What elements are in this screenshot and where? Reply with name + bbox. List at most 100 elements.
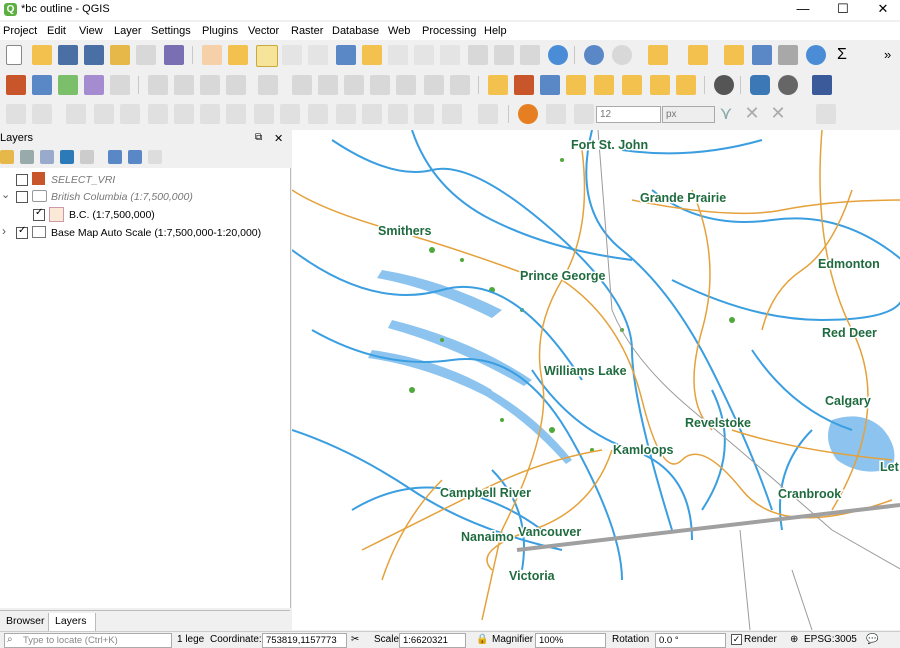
manage-map-themes-icon[interactable] (40, 150, 54, 164)
label-tool-icon[interactable] (488, 75, 508, 95)
save-as-icon[interactable] (84, 45, 104, 65)
data-source-manager-icon[interactable] (6, 75, 26, 95)
coordinate-field[interactable]: 753819,1157773 (262, 633, 347, 648)
layer-base-map[interactable]: › Base Map Auto Scale (1:7,500,000-1:20,… (0, 224, 290, 242)
offset-point-icon[interactable] (414, 104, 434, 124)
style-panel-icon[interactable] (0, 150, 14, 164)
zoom-out-icon[interactable] (282, 45, 302, 65)
deselect-icon[interactable] (724, 45, 744, 65)
rotate-feature-icon[interactable] (32, 104, 52, 124)
crs-label[interactable]: EPSG:3005 (804, 634, 857, 645)
zoom-native-icon[interactable] (308, 45, 328, 65)
toggle-editing-icon[interactable] (174, 75, 194, 95)
close-plugin-icon[interactable] (778, 75, 798, 95)
select-by-value-icon[interactable] (688, 45, 708, 65)
scale-field[interactable]: 1:6620321 (399, 633, 466, 648)
extents-toggle-icon[interactable]: ✂ (351, 634, 359, 645)
processing-toolbox-icon[interactable] (806, 45, 826, 65)
expand-chevron-icon[interactable]: › (2, 224, 6, 238)
redo-icon[interactable] (450, 75, 470, 95)
label-unit-dropdown[interactable]: px (662, 106, 715, 123)
fill-ring-icon[interactable] (148, 104, 168, 124)
identify-icon[interactable] (584, 45, 604, 65)
add-group-icon[interactable] (20, 150, 34, 164)
rotate-symbols-icon[interactable] (388, 104, 408, 124)
tab-layers[interactable]: Layers (48, 613, 96, 632)
save-edits-icon[interactable] (200, 75, 220, 95)
menu-plugins[interactable]: Plugins (202, 25, 238, 37)
vertex-tool-icon[interactable] (258, 75, 278, 95)
layer-select-vri[interactable]: SELECT_VRI (0, 171, 290, 189)
help-icon[interactable] (812, 75, 832, 95)
pin-labels-icon[interactable] (566, 75, 586, 95)
pan-hand-icon[interactable] (202, 45, 222, 65)
new-layer-icon[interactable] (32, 75, 52, 95)
modify-attributes-icon[interactable] (292, 75, 312, 95)
rotation-field[interactable]: 0.0 ° (655, 633, 726, 648)
zoom-in-icon[interactable] (256, 45, 278, 67)
expand-all-icon[interactable] (108, 150, 122, 164)
snapping-magnet-icon[interactable] (518, 104, 538, 124)
select-features-icon[interactable] (648, 45, 668, 65)
menu-database[interactable]: Database (332, 25, 379, 37)
cut-features-icon[interactable] (344, 75, 364, 95)
layer-visibility-checkbox[interactable] (16, 191, 28, 203)
layer-visibility-checkbox[interactable] (33, 207, 45, 221)
new-print-layout-icon[interactable] (136, 45, 156, 65)
layer-visibility-checkbox[interactable] (16, 174, 28, 186)
statistics-sigma-icon[interactable]: Σ (832, 45, 852, 65)
snap-intersection-icon[interactable]: ✕ (742, 104, 762, 124)
zoom-layer-icon[interactable] (388, 45, 408, 65)
add-ring-icon[interactable] (94, 104, 114, 124)
diagram-tool-icon[interactable] (514, 75, 534, 95)
render-checkbox[interactable]: ✓ (731, 634, 742, 645)
remove-layer-icon[interactable] (148, 150, 162, 164)
maximize-button[interactable]: ☐ (826, 0, 860, 20)
action-icon[interactable] (612, 45, 632, 65)
menu-help[interactable]: Help (484, 25, 507, 37)
save-project-icon[interactable] (58, 45, 78, 65)
messages-icon[interactable]: 💬 (866, 634, 878, 645)
menu-web[interactable]: Web (388, 25, 410, 37)
menu-processing[interactable]: Processing (422, 25, 476, 37)
menu-project[interactable]: Project (3, 25, 37, 37)
filter-legend-icon[interactable] (60, 150, 74, 164)
current-edits-icon[interactable] (148, 75, 168, 95)
new-map-view-icon[interactable] (468, 45, 488, 65)
delete-ring-icon[interactable] (174, 104, 194, 124)
menu-vector[interactable]: Vector (248, 25, 279, 37)
collapse-chevron-icon[interactable]: ⌄ (1, 188, 10, 201)
rotate-label-icon[interactable] (650, 75, 670, 95)
field-calculator-icon[interactable] (778, 45, 798, 65)
toolbar-overflow[interactable]: » (884, 45, 900, 65)
menu-edit[interactable]: Edit (47, 25, 66, 37)
add-feature-icon[interactable] (226, 75, 246, 95)
attribute-table-icon[interactable] (752, 45, 772, 65)
undock-panel-button[interactable]: ⧉ (255, 132, 262, 143)
layer-visibility-checkbox[interactable] (16, 225, 28, 239)
bookmark-icon[interactable] (494, 45, 514, 65)
refresh-icon[interactable] (548, 45, 568, 65)
filter-expression-icon[interactable] (80, 150, 94, 164)
simplify-feature-icon[interactable] (66, 104, 86, 124)
gpx-tools-icon[interactable] (816, 104, 836, 124)
reverse-line-icon[interactable] (478, 104, 498, 124)
collapse-all-icon[interactable] (128, 150, 142, 164)
map-canvas[interactable]: Fort St. John Grande Prairie Smithers Ed… (292, 130, 900, 630)
close-panel-button[interactable]: ✕ (274, 132, 283, 145)
menu-settings[interactable]: Settings (151, 25, 191, 37)
pan-to-selection-icon[interactable] (228, 45, 248, 65)
tab-browser[interactable]: Browser (0, 613, 53, 631)
layout-manager-icon[interactable] (110, 45, 130, 65)
snapping-mode-icon[interactable] (546, 104, 566, 124)
show-bookmarks-icon[interactable] (520, 45, 540, 65)
lock-scale-icon[interactable]: 🔒 (476, 634, 488, 645)
merge-features-icon[interactable] (336, 104, 356, 124)
new-project-icon[interactable] (6, 45, 22, 65)
split-features-icon[interactable] (280, 104, 300, 124)
delete-part-icon[interactable] (200, 104, 220, 124)
open-project-icon[interactable] (32, 45, 52, 65)
split-parts-icon[interactable] (308, 104, 328, 124)
menu-layer[interactable]: Layer (114, 25, 142, 37)
locator-box[interactable]: ⌕ Type to locate (Ctrl+K) (4, 633, 172, 648)
